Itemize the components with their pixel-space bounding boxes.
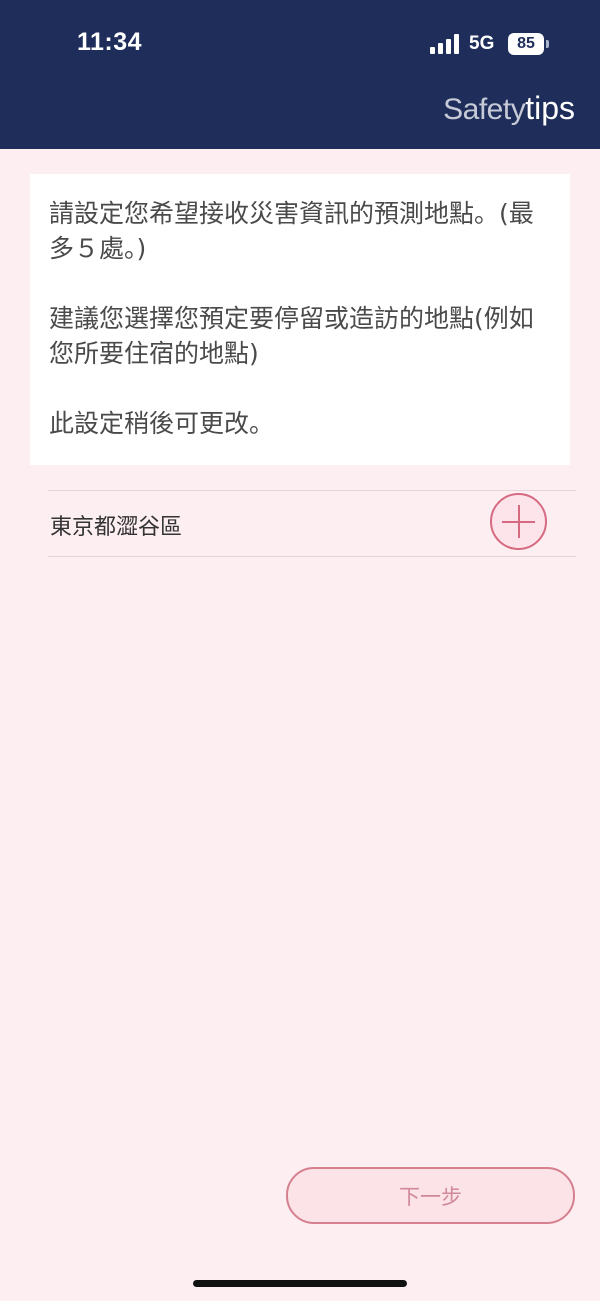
home-indicator — [193, 1280, 407, 1287]
location-name: 東京都澀谷區 — [50, 515, 183, 540]
battery-icon: 85 — [508, 33, 544, 55]
intro-spacer — [49, 266, 552, 301]
intro-spacer — [49, 371, 552, 406]
intro-line-1: 請設定您希望接收災害資訊的預測地點。(最多５處。) — [49, 199, 534, 263]
location-list-item: 東京都澀谷區 — [48, 491, 576, 556]
cellular-signal-icon — [430, 34, 462, 54]
network-type: 5G — [469, 33, 495, 54]
battery-cap-icon — [546, 40, 549, 48]
add-location-button[interactable] — [490, 493, 547, 550]
brand-logo: Safetytips — [443, 92, 575, 125]
brand-logo-part2: tips — [525, 90, 575, 126]
battery-level: 85 — [517, 35, 535, 52]
intro-line-3: 此設定稍後可更改。 — [49, 409, 275, 438]
app-header: 11:34 5G 85 Safetytips — [0, 0, 600, 149]
next-button[interactable]: 下一步 — [286, 1167, 575, 1224]
intro-line-2: 建議您選擇您預定要停留或造訪的地點(例如您所要住宿的地點) — [49, 304, 534, 368]
intro-card: 請設定您希望接收災害資訊的預測地點。(最多５處。) 建議您選擇您預定要停留或造訪… — [30, 174, 570, 465]
list-divider — [48, 556, 576, 557]
status-time: 11:34 — [77, 28, 143, 56]
brand-logo-part1: Safety — [443, 93, 526, 126]
